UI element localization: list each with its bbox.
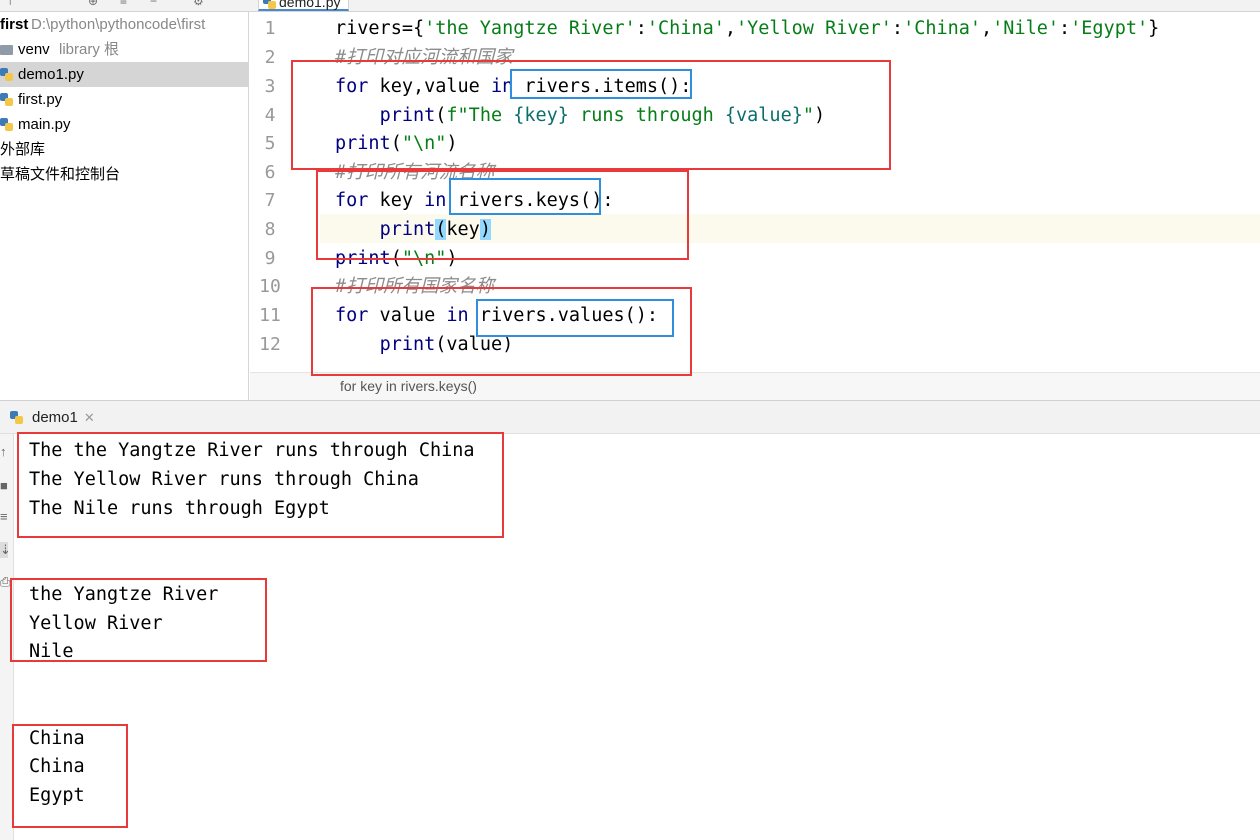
code-line-1[interactable]: rivers={'the Yangtze River':'China','Yel…	[335, 14, 1159, 43]
line-number: 4	[264, 105, 276, 126]
tree-root-first[interactable]: first D:\python\pythoncode\first	[0, 12, 249, 37]
soft-wrap-icon[interactable]: ≡	[0, 509, 8, 524]
run-tab-demo1[interactable]: demo1 ✕	[8, 406, 95, 430]
scroll-end-icon[interactable]: ⇣	[0, 542, 11, 558]
line-number: 9	[264, 248, 276, 269]
run-panel-header: demo1 ✕	[0, 400, 1260, 434]
python-file-icon	[0, 118, 13, 131]
gear-icon[interactable]: ⚙	[193, 0, 205, 7]
tree-item-main[interactable]: main.py	[0, 112, 249, 137]
collapse-icon[interactable]: ≡	[120, 0, 132, 7]
stop-icon[interactable]: ■	[0, 478, 8, 493]
annotation-blue-box-keys	[449, 178, 601, 215]
annotation-blue-box-items	[510, 69, 692, 99]
line-number: 1	[264, 18, 276, 39]
python-file-icon	[263, 0, 276, 9]
annotation-blue-box-values	[476, 299, 674, 337]
locate-icon[interactable]: ⊕	[88, 0, 100, 7]
line-number: 3	[264, 76, 276, 97]
toolbar-icon[interactable]: ⊤	[5, 0, 17, 7]
project-panel: first D:\python\pythoncode\first venv li…	[0, 12, 249, 400]
line-number: 8	[264, 219, 276, 240]
tree-item-scratches[interactable]: 草稿文件和控制台	[0, 162, 249, 187]
rerun-icon[interactable]: ↑	[0, 444, 8, 459]
annotation-red-box-values-output	[12, 724, 128, 828]
line-number: 6	[264, 162, 276, 183]
line-number: 12	[259, 334, 281, 355]
print-icon[interactable]: ⎙	[0, 574, 10, 590]
line-number: 10	[259, 276, 281, 297]
annotation-red-box-items-output	[17, 432, 504, 538]
line-number: 2	[264, 47, 276, 68]
python-file-icon	[0, 93, 13, 106]
minus-icon[interactable]: −	[150, 0, 162, 7]
tree-item-demo1[interactable]: demo1.py	[0, 62, 249, 87]
line-number: 7	[264, 190, 276, 211]
line-number: 5	[264, 133, 276, 154]
line-number: 11	[259, 305, 281, 326]
python-file-icon	[10, 411, 23, 424]
breadcrumb[interactable]: for key in rivers.keys()	[250, 372, 1260, 400]
top-toolbar: ⊤ ⊕ ≡ − ⚙ demo1.py	[0, 0, 1260, 12]
python-file-icon	[0, 68, 13, 81]
close-icon[interactable]: ✕	[84, 410, 95, 425]
editor-tab-demo1[interactable]: demo1.py	[258, 0, 350, 11]
tree-item-external-libraries[interactable]: 外部库	[0, 137, 249, 162]
tree-item-venv[interactable]: venv library 根	[0, 37, 249, 62]
folder-icon	[0, 45, 13, 55]
tree-item-first[interactable]: first.py	[0, 87, 249, 112]
annotation-red-box-keys-output	[10, 578, 267, 662]
